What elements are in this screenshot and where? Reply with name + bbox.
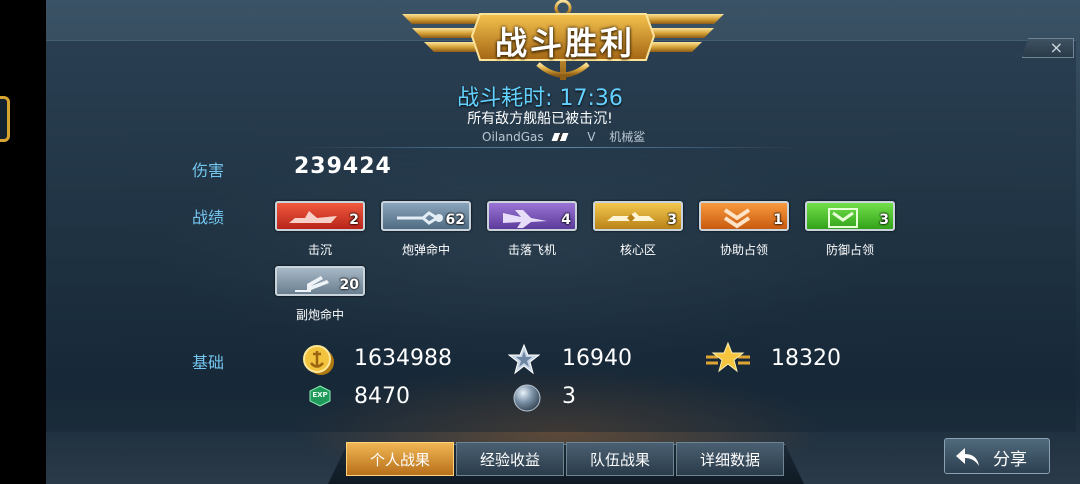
nation-flag-icon <box>551 132 569 141</box>
defend-capture-icon <box>828 208 858 228</box>
damage-value: 239424 <box>294 154 392 179</box>
medal-label: 核心区 <box>619 243 656 257</box>
tab-exp-income[interactable]: 经验收益 <box>456 442 564 476</box>
result-tabs: 个人战果 经验收益 队伍战果 详细数据 <box>328 434 804 484</box>
medal-badge: 3 <box>805 201 895 231</box>
gold-star-value: 18320 <box>771 346 841 371</box>
medal-count: 2 <box>349 212 359 228</box>
sink-ship-icon <box>289 211 337 223</box>
medal-count: 3 <box>879 212 889 228</box>
tab-team-results[interactable]: 队伍战果 <box>566 442 674 476</box>
battle-result-message: 所有敌方舰船已被击沉! <box>467 111 613 127</box>
medal-count: 1 <box>773 212 783 228</box>
header-divider <box>300 147 800 148</box>
medal-count: 62 <box>445 212 465 228</box>
medal-count: 4 <box>561 212 571 228</box>
secondary-gun-icon <box>295 276 329 292</box>
medal-badge: 4 <box>487 201 577 231</box>
close-button[interactable]: × <box>1022 38 1074 58</box>
medal-shell-hit[interactable]: 62 炮弹命中 <box>381 201 491 261</box>
medal-badge: 1 <box>699 201 789 231</box>
medal-badge: 20 <box>275 266 365 296</box>
medal-label: 副炮命中 <box>295 308 344 322</box>
silver-star-icon <box>508 343 540 375</box>
opponent-tier: V <box>587 129 596 144</box>
exp-icon: EXP <box>308 385 332 407</box>
sphere-value: 3 <box>562 384 576 409</box>
assist-capture-icon <box>723 208 751 229</box>
victory-banner: 战斗胜利 <box>398 0 728 82</box>
coins-value: 1634988 <box>354 346 452 371</box>
exp-value: 8470 <box>354 384 410 409</box>
medal-label: 炮弹命中 <box>401 243 450 257</box>
opponent-name: OilandGas <box>482 129 544 144</box>
sphere-icon <box>513 384 541 412</box>
medal-sink[interactable]: 2 击沉 <box>275 201 385 261</box>
share-label: 分享 <box>993 450 1027 470</box>
tab-detailed-data[interactable]: 详细数据 <box>676 442 784 476</box>
shell-hit-icon <box>397 211 443 225</box>
share-button[interactable]: 分享 <box>944 438 1050 474</box>
medal-defend-capture[interactable]: 3 防御占领 <box>805 201 915 261</box>
close-icon: × <box>1049 38 1063 57</box>
victory-title: 战斗胜利 <box>494 24 635 62</box>
plane-shot-icon <box>503 210 547 228</box>
opponent-ship-type: 机械鲨 <box>609 130 646 144</box>
medal-count: 20 <box>339 277 359 293</box>
achievements-label: 战绩 <box>192 208 225 227</box>
gold-star-icon <box>706 341 750 373</box>
exp-badge-text: EXP <box>312 391 328 399</box>
medal-count: 3 <box>667 212 677 228</box>
share-arrow-icon <box>956 448 979 466</box>
damage-label: 伤害 <box>192 161 225 180</box>
gold-coin-icon <box>303 345 334 375</box>
basic-label: 基础 <box>192 353 225 372</box>
medal-plane-shot[interactable]: 4 击落飞机 <box>487 201 597 261</box>
opponent-info: OilandGas V 机械鲨 <box>482 128 682 145</box>
medal-label: 防御占领 <box>825 243 874 257</box>
left-edge <box>0 0 46 484</box>
medal-label: 协助占领 <box>719 243 768 257</box>
core-zone-icon <box>607 212 655 222</box>
medal-label: 击沉 <box>307 243 332 257</box>
medal-badge: 2 <box>275 201 365 231</box>
medal-secondary-gun[interactable]: 20 副炮命中 <box>275 266 385 326</box>
medal-core-zone[interactable]: 3 核心区 <box>593 201 703 261</box>
medal-label: 击落飞机 <box>507 243 556 257</box>
tab-personal-results[interactable]: 个人战果 <box>346 442 454 476</box>
silver-star-value: 16940 <box>562 346 632 371</box>
medal-badge: 3 <box>593 201 683 231</box>
medal-badge: 62 <box>381 201 471 231</box>
medal-assist-capture[interactable]: 1 协助占领 <box>699 201 809 261</box>
